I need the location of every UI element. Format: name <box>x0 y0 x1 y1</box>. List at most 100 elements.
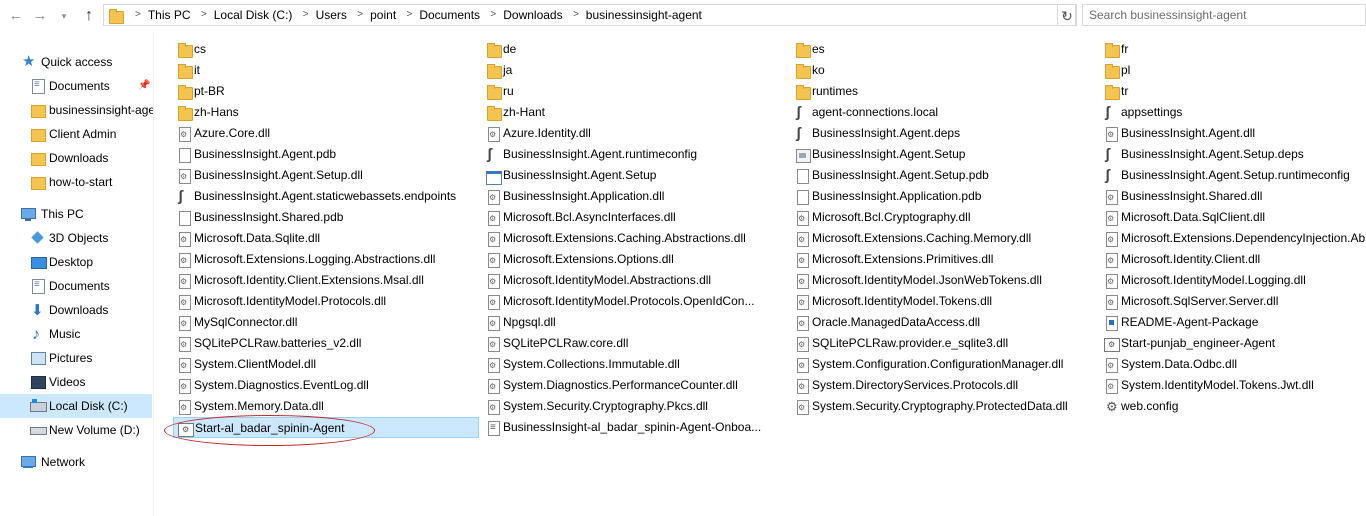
file-item[interactable]: BusinessInsight.Agent.Setup.deps <box>1100 144 1366 165</box>
back-arrow-icon[interactable]: ← <box>6 6 26 26</box>
file-item[interactable]: Microsoft.IdentityModel.JsonWebTokens.dl… <box>791 270 1097 291</box>
file-item[interactable]: Microsoft.Data.SqlClient.dll <box>1100 207 1366 228</box>
folder-item[interactable]: de <box>482 39 788 60</box>
nav-item-client-admin[interactable]: Client Admin <box>0 122 153 146</box>
folder-item[interactable]: tr <box>1100 81 1366 102</box>
file-item[interactable]: web.config <box>1100 396 1366 417</box>
folder-item[interactable]: it <box>173 60 479 81</box>
refresh-icon[interactable]: ↻ <box>1057 4 1077 26</box>
file-item[interactable]: Microsoft.Extensions.Primitives.dll <box>791 249 1097 270</box>
file-item[interactable]: BusinessInsight.Agent.deps <box>791 123 1097 144</box>
search-box[interactable] <box>1082 4 1366 26</box>
file-item[interactable]: SQLitePCLRaw.core.dll <box>482 333 788 354</box>
nav-item-music[interactable]: Music <box>0 322 153 346</box>
folder-item[interactable]: es <box>791 39 1097 60</box>
breadcrumb-item[interactable]: This PC <box>148 5 191 25</box>
file-item[interactable]: Azure.Core.dll <box>173 123 479 144</box>
file-item[interactable]: System.Data.Odbc.dll <box>1100 354 1366 375</box>
file-item[interactable]: Start-punjab_engineer-Agent <box>1100 333 1366 354</box>
file-item[interactable]: BusinessInsight.Agent.Setup <box>482 165 788 186</box>
file-item[interactable]: System.Collections.Immutable.dll <box>482 354 788 375</box>
nav-item-downloads-quick[interactable]: Downloads <box>0 146 153 170</box>
file-item[interactable]: MySqlConnector.dll <box>173 312 479 333</box>
file-item[interactable]: Microsoft.Bcl.AsyncInterfaces.dll <box>482 207 788 228</box>
file-item[interactable]: BusinessInsight.Shared.dll <box>1100 186 1366 207</box>
nav-item-local-disk[interactable]: Local Disk (C:) <box>0 394 152 418</box>
file-item[interactable]: BusinessInsight.Application.dll <box>482 186 788 207</box>
file-item[interactable]: BusinessInsight.Agent.dll <box>1100 123 1366 144</box>
file-item[interactable]: Azure.Identity.dll <box>482 123 788 144</box>
up-arrow-icon[interactable]: ↑ <box>79 6 99 26</box>
file-item[interactable]: System.IdentityModel.Tokens.Jwt.dll <box>1100 375 1366 396</box>
file-item[interactable]: Oracle.ManagedDataAccess.dll <box>791 312 1097 333</box>
file-item[interactable]: Microsoft.Bcl.Cryptography.dll <box>791 207 1097 228</box>
file-item[interactable]: BusinessInsight.Agent.Setup.pdb <box>791 165 1097 186</box>
file-item[interactable]: Microsoft.IdentityModel.Tokens.dll <box>791 291 1097 312</box>
nav-item-3d-objects[interactable]: 3D Objects <box>0 226 153 250</box>
file-item[interactable]: System.Diagnostics.PerformanceCounter.dl… <box>482 375 788 396</box>
file-item[interactable]: BusinessInsight.Agent.Setup <box>791 144 1097 165</box>
folder-item[interactable]: zh-Hans <box>173 102 479 123</box>
nav-network[interactable]: Network <box>0 450 153 474</box>
breadcrumb-item[interactable]: Downloads <box>503 5 562 25</box>
file-item[interactable]: README-Agent-Package <box>1100 312 1366 333</box>
pin-icon[interactable]: 📌 <box>138 74 150 98</box>
file-item[interactable]: appsettings <box>1100 102 1366 123</box>
file-item[interactable]: Microsoft.Extensions.Logging.Abstraction… <box>173 249 479 270</box>
file-item[interactable]: BusinessInsight.Agent.Setup.runtimeconfi… <box>1100 165 1366 186</box>
file-item[interactable]: System.Diagnostics.EventLog.dll <box>173 375 479 396</box>
folder-item[interactable]: ko <box>791 60 1097 81</box>
folder-item[interactable]: ja <box>482 60 788 81</box>
file-item[interactable]: Start-al_badar_spinin-Agent <box>173 417 479 438</box>
folder-item[interactable]: pt-BR <box>173 81 479 102</box>
file-item[interactable]: Microsoft.Extensions.Options.dll <box>482 249 788 270</box>
file-item[interactable]: Microsoft.Extensions.DependencyInjection… <box>1100 228 1366 249</box>
forward-arrow-icon[interactable]: → <box>30 6 50 26</box>
breadcrumb-item[interactable]: Users <box>316 5 347 25</box>
file-item[interactable]: Microsoft.Identity.Client.Extensions.Msa… <box>173 270 479 291</box>
nav-item-businessinsight[interactable]: businessinsight-age <box>0 98 153 122</box>
folder-item[interactable]: zh-Hant <box>482 102 788 123</box>
address-bar[interactable]: > This PC > Local Disk (C:) > Users > point … <box>103 4 1076 26</box>
breadcrumb-item[interactable]: businessinsight-agent <box>586 5 702 25</box>
file-item[interactable]: Microsoft.Identity.Client.dll <box>1100 249 1366 270</box>
file-item[interactable]: System.Security.Cryptography.ProtectedDa… <box>791 396 1097 417</box>
breadcrumb-item[interactable]: Documents <box>419 5 480 25</box>
file-item[interactable]: Microsoft.Extensions.Caching.Memory.dll <box>791 228 1097 249</box>
file-item[interactable]: Microsoft.IdentityModel.Abstractions.dll <box>482 270 788 291</box>
file-item[interactable]: System.ClientModel.dll <box>173 354 479 375</box>
nav-item-desktop[interactable]: Desktop <box>0 250 153 274</box>
file-item[interactable]: Microsoft.Data.Sqlite.dll <box>173 228 479 249</box>
file-item[interactable]: BusinessInsight-al_badar_spinin-Agent-On… <box>482 417 788 438</box>
nav-item-documents[interactable]: Documents 📌 <box>0 74 153 98</box>
nav-item-documents-pc[interactable]: Documents <box>0 274 153 298</box>
file-item[interactable]: SQLitePCLRaw.batteries_v2.dll <box>173 333 479 354</box>
file-item[interactable]: BusinessInsight.Application.pdb <box>791 186 1097 207</box>
breadcrumb-item[interactable]: Local Disk (C:) <box>214 5 293 25</box>
folder-item[interactable]: cs <box>173 39 479 60</box>
file-item[interactable]: System.Memory.Data.dll <box>173 396 479 417</box>
file-item[interactable]: BusinessInsight.Agent.pdb <box>173 144 479 165</box>
file-item[interactable]: BusinessInsight.Agent.runtimeconfig <box>482 144 788 165</box>
file-item[interactable]: Microsoft.IdentityModel.Logging.dll <box>1100 270 1366 291</box>
folder-item[interactable]: pl <box>1100 60 1366 81</box>
nav-item-videos[interactable]: Videos <box>0 370 153 394</box>
nav-item-downloads[interactable]: Downloads <box>0 298 153 322</box>
nav-item-new-volume[interactable]: New Volume (D:) <box>0 418 153 442</box>
file-item[interactable]: System.Configuration.ConfigurationManage… <box>791 354 1097 375</box>
folder-item[interactable]: runtimes <box>791 81 1097 102</box>
file-item[interactable]: BusinessInsight.Agent.staticwebassets.en… <box>173 186 479 207</box>
nav-item-pictures[interactable]: Pictures <box>0 346 153 370</box>
pane-divider[interactable] <box>153 32 154 516</box>
file-item[interactable]: agent-connections.local <box>791 102 1097 123</box>
file-item[interactable]: System.DirectoryServices.Protocols.dll <box>791 375 1097 396</box>
file-item[interactable]: System.Security.Cryptography.Pkcs.dll <box>482 396 788 417</box>
nav-item-how-to-start[interactable]: how-to-start <box>0 170 153 194</box>
chevron-down-icon[interactable]: ▾ <box>56 6 72 26</box>
folder-item[interactable]: ru <box>482 81 788 102</box>
folder-item[interactable]: fr <box>1100 39 1366 60</box>
file-item[interactable]: Npgsql.dll <box>482 312 788 333</box>
breadcrumb-item[interactable]: point <box>370 5 396 25</box>
file-item[interactable]: Microsoft.IdentityModel.Protocols.dll <box>173 291 479 312</box>
file-item[interactable]: BusinessInsight.Agent.Setup.dll <box>173 165 479 186</box>
